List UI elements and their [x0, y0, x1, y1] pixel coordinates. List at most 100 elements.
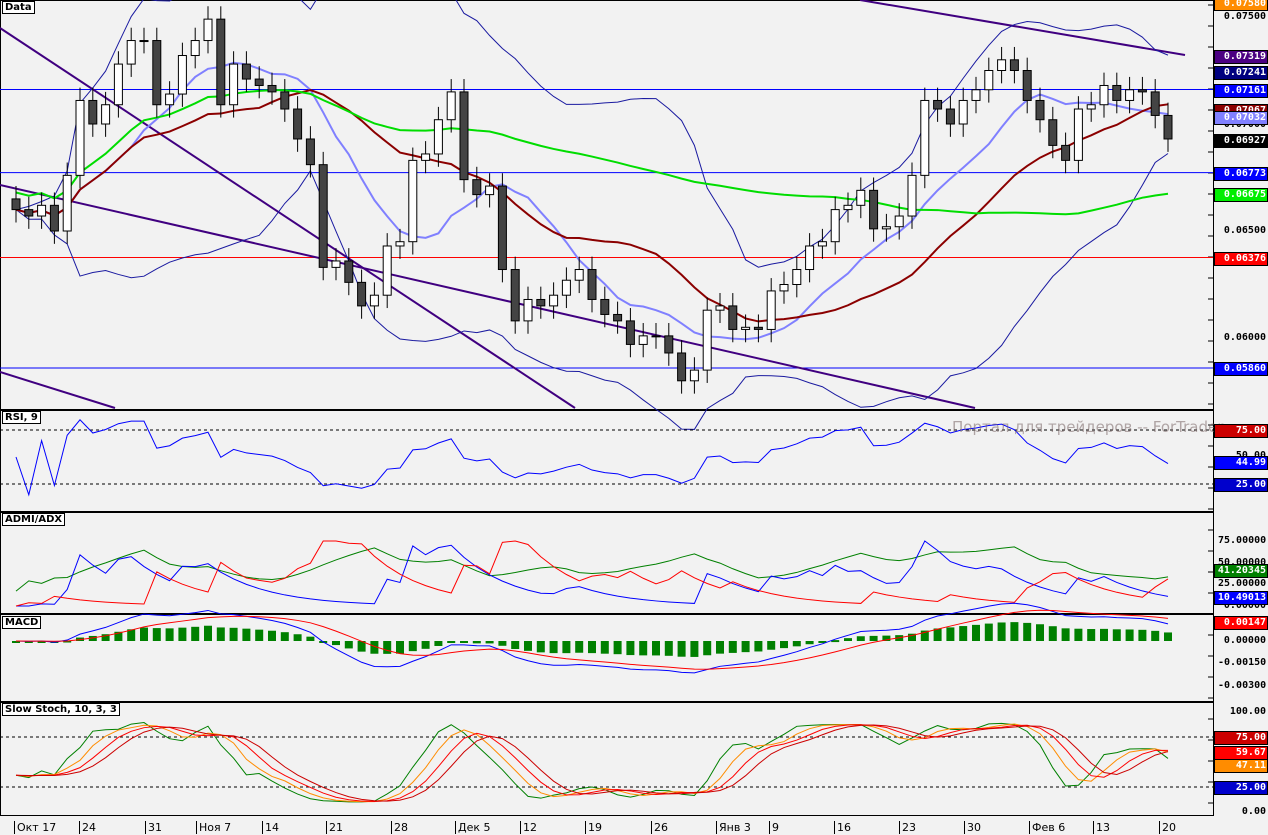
candle-bullish	[920, 99, 930, 176]
macd-histogram-bar	[165, 628, 174, 641]
macd-histogram-bar	[639, 641, 648, 656]
macd-histogram-bar	[447, 641, 456, 643]
macd-panel-label: MACD	[2, 616, 42, 629]
candle-bearish	[510, 269, 520, 322]
macd-histogram-bar	[229, 627, 238, 641]
macd-histogram-bar	[242, 628, 251, 641]
macd-histogram-bar	[1036, 624, 1044, 641]
candle-bearish	[280, 91, 290, 110]
candle-bearish	[293, 108, 303, 140]
candle-bullish	[702, 309, 712, 371]
macd-histogram-bar	[152, 628, 161, 641]
adx-panel-label: ADMI/ADX	[2, 513, 66, 526]
candle-bearish	[216, 18, 226, 106]
macd-histogram-bar	[664, 641, 673, 656]
macd-histogram-bar	[562, 641, 571, 654]
candle-bullish	[907, 174, 917, 217]
candle-bullish	[805, 245, 815, 271]
date-label: Фев 6	[1029, 821, 1065, 834]
date-label: Окт 17	[14, 821, 56, 834]
candle-bullish	[741, 326, 751, 330]
macd-histogram-bar	[1010, 622, 1019, 641]
date-label: 9	[769, 821, 779, 834]
candle-bullish	[190, 40, 200, 57]
macd-histogram-bar	[792, 641, 801, 647]
candle-bullish	[229, 63, 239, 106]
candle-bearish	[152, 40, 162, 106]
candle-bearish	[945, 108, 955, 125]
date-label: 13	[1093, 821, 1110, 834]
candle-bullish	[382, 245, 392, 296]
candle-bullish	[408, 159, 418, 243]
candle-bearish	[677, 352, 687, 382]
macd-histogram-bar	[1061, 628, 1070, 641]
candle-bearish	[472, 179, 482, 196]
candle-bearish	[11, 198, 21, 211]
candle-bullish	[638, 335, 648, 345]
macd-histogram-bar	[1112, 629, 1121, 641]
candle-bullish	[62, 174, 72, 232]
candle-bullish	[1099, 84, 1109, 106]
date-label: 20	[1159, 821, 1176, 834]
candle-bearish	[625, 320, 635, 345]
candle-bearish	[1035, 99, 1045, 121]
date-label: Ноя 7	[196, 821, 231, 834]
candle-bullish	[715, 305, 725, 311]
macd-histogram-bar	[972, 624, 980, 641]
candle-bearish	[1163, 114, 1173, 140]
macd-histogram-bar	[306, 636, 315, 641]
candle-bullish	[1125, 89, 1135, 101]
date-label: 12	[520, 821, 537, 834]
macd-histogram-bar	[383, 641, 392, 654]
macd-histogram-bar	[140, 627, 148, 641]
price-tag: 0.07580	[1214, 0, 1268, 11]
macd-histogram-bar	[549, 641, 558, 654]
macd-histogram-bar	[805, 641, 814, 645]
stoch-tag: 47.11	[1214, 758, 1268, 773]
candle-bearish	[1061, 144, 1071, 161]
date-label: 19	[585, 821, 602, 834]
rsi-panel-label: RSI, 9	[2, 411, 41, 424]
candle-bullish	[485, 185, 495, 196]
candle-bearish	[728, 305, 738, 330]
candle-bullish	[549, 294, 559, 307]
macd-histogram-bar	[716, 641, 724, 654]
macd-histogram-bar	[255, 629, 264, 641]
macd-histogram-bar	[421, 641, 430, 649]
price-tick: 0.06500	[1223, 225, 1266, 236]
candle-bearish	[49, 204, 59, 232]
date-label: 26	[651, 821, 668, 834]
macd-histogram-bar	[216, 627, 225, 641]
date-label: 23	[899, 821, 916, 834]
macd-histogram-bar	[524, 641, 532, 651]
candle-bullish	[1086, 104, 1096, 110]
macd-histogram-bar	[626, 641, 635, 656]
macd-histogram-bar	[178, 627, 187, 641]
macd-histogram-bar	[690, 641, 699, 657]
macd-histogram-bar	[1138, 629, 1147, 641]
macd-histogram-bar	[344, 641, 353, 649]
macd-tag: 0.00147	[1214, 616, 1268, 630]
price-tag: 0.05860	[1214, 361, 1268, 376]
candle-bullish	[523, 298, 533, 322]
candle-bearish	[869, 189, 879, 230]
macd-histogram-bar	[933, 628, 942, 641]
price-tag: 0.07319	[1214, 49, 1268, 64]
candle-bullish	[37, 204, 47, 217]
date-label: Янв 3	[716, 821, 751, 834]
candle-bearish	[1048, 119, 1058, 146]
macd-histogram-bar	[204, 625, 212, 641]
macd-histogram-bar	[280, 632, 289, 641]
macd-histogram-bar	[293, 634, 302, 641]
candle-bearish	[1009, 59, 1019, 71]
panel	[0, 614, 1214, 702]
candle-bullish	[446, 91, 456, 121]
macd-histogram-bar	[460, 641, 468, 643]
rsi-tag: 25.00	[1214, 478, 1268, 492]
candle-bullish	[792, 269, 802, 285]
candle-bearish	[357, 281, 367, 307]
candle-bearish	[344, 260, 354, 283]
macd-histogram-bar	[1151, 630, 1160, 641]
candle-bullish	[651, 335, 661, 338]
candle-bullish	[75, 99, 85, 176]
